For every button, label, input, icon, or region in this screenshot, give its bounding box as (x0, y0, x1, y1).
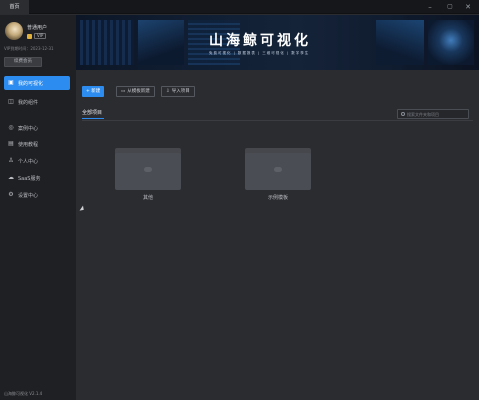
minimize-icon[interactable]: – (423, 0, 437, 14)
maximize-icon[interactable]: ▢ (443, 0, 457, 14)
dashboard-icon: ▣ (8, 79, 14, 86)
sidebar-item-settings[interactable]: ⚙ 设置中心 (4, 188, 70, 202)
title-bar: 首页 – ▢ ✕ (0, 0, 479, 14)
sidebar-item-my-visualization[interactable]: ▣ 我的可视化 (4, 76, 70, 90)
cloud-icon (274, 167, 282, 172)
promo-banner[interactable]: 山海鲸可视化 免费可视化 | 数据报表 | 三维可视化 | 数字孪生 (76, 15, 479, 70)
sidebar-item-label: 设置中心 (18, 192, 39, 199)
version-text: 山海鲸可视化 V2.1.4 (4, 391, 43, 396)
search-input[interactable] (407, 111, 465, 117)
new-from-template-label: 从模板新建 (127, 89, 150, 94)
vip-badge: VIP (34, 33, 47, 39)
cloud-icon (144, 167, 152, 172)
renew-button[interactable]: 续费会员 (4, 57, 42, 67)
cloud-icon: ☁ (8, 174, 14, 181)
sidebar-item-label: 我的组件 (18, 99, 39, 106)
close-icon[interactable]: ✕ (461, 0, 475, 14)
vip-row: VIP (27, 33, 47, 39)
avatar[interactable] (5, 22, 23, 40)
import-project-button[interactable]: ⇩ 导入项目 (161, 86, 195, 97)
sidebar-item-label: SaaS服务 (18, 175, 41, 182)
sidebar-item-label: 个人中心 (18, 158, 39, 165)
book-icon: ▤ (8, 140, 14, 147)
banner-tile (428, 20, 474, 65)
import-project-label: 导入项目 (171, 89, 190, 94)
template-icon: ▭ (121, 89, 126, 94)
banner-tile (376, 20, 424, 65)
home-tab[interactable]: 首页 (0, 0, 29, 14)
tab-active-indicator (82, 118, 104, 119)
component-icon: ◫ (8, 98, 14, 105)
banner-subtitle: 免费可视化 | 数据报表 | 三维可视化 | 数字孪生 (209, 51, 310, 55)
sidebar-item-label: 使用教程 (18, 141, 39, 148)
import-icon: ⇩ (166, 89, 170, 94)
folder-label: 其他 (142, 195, 153, 201)
sidebar-item-my-components[interactable]: ◫ 我的组件 (4, 95, 70, 109)
case-icon: ◎ (8, 124, 14, 131)
sidebar-item-tutorials[interactable]: ▤ 使用教程 (4, 137, 70, 151)
folder-other[interactable] (115, 148, 181, 190)
banner-title: 山海鲸可视化 (209, 33, 311, 49)
sidebar: 普通用户 VIP VIP到期时间：2023-12-31 续费会员 ▣ 我的可视化… (0, 15, 76, 400)
sidebar-item-personal-center[interactable]: ♙ 个人中心 (4, 154, 70, 168)
sidebar-item-saas[interactable]: ☁ SaaS服务 (4, 171, 70, 185)
sidebar-item-label: 我的可视化 (18, 80, 44, 87)
gear-icon: ⚙ (8, 191, 14, 198)
sidebar-item-case-center[interactable]: ◎ 案例中心 (4, 121, 70, 135)
user-icon: ♙ (8, 157, 14, 164)
vip-expire-text: VIP到期时间：2023-12-31 (4, 46, 54, 51)
crown-icon (27, 33, 32, 39)
new-from-template-button[interactable]: ▭ 从模板新建 (116, 86, 155, 97)
folder-label: 示例模板 (267, 195, 288, 201)
search-icon (401, 112, 405, 116)
tab-all-projects[interactable]: 全部项目 (82, 109, 102, 116)
mouse-cursor (79, 205, 86, 213)
search-box[interactable] (397, 109, 469, 119)
new-project-button[interactable]: + 新建 (82, 86, 105, 97)
tab-divider (82, 120, 473, 121)
banner-tile (80, 20, 134, 65)
folder-sample-templates[interactable] (245, 148, 311, 190)
sidebar-item-label: 案例中心 (18, 125, 39, 132)
banner-tile (138, 20, 184, 65)
user-name: 普通用户 (27, 25, 48, 31)
